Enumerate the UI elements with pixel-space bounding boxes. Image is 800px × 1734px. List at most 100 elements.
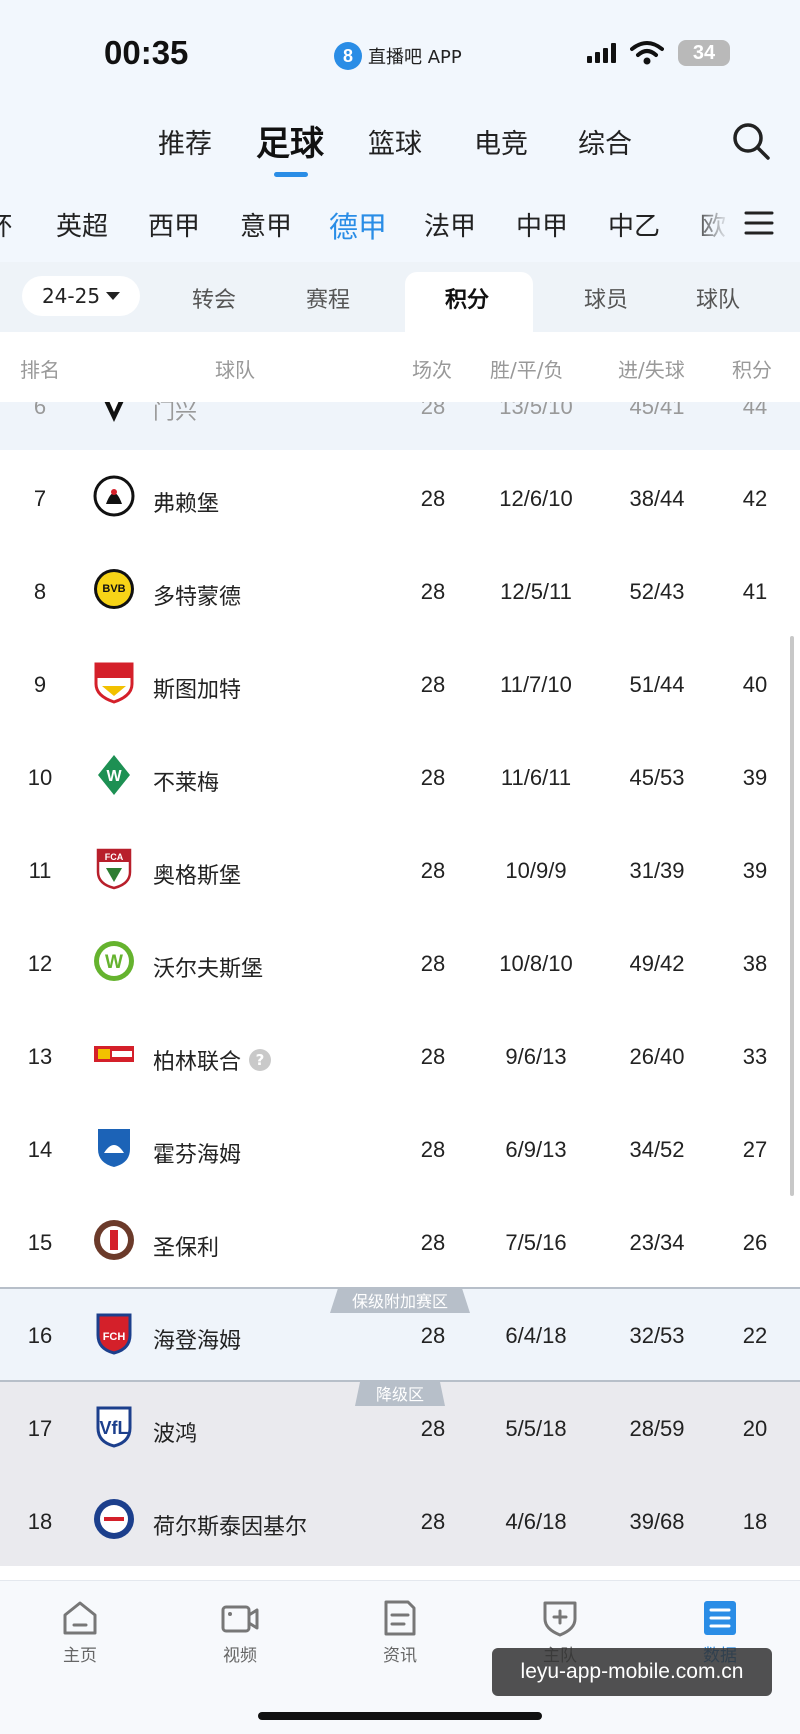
- status-time: 00:35: [104, 34, 189, 71]
- sub-tab-schedule[interactable]: 赛程: [306, 282, 350, 314]
- row-rank: 15: [27, 1230, 53, 1255]
- table-row[interactable]: 15 圣保利 28 7/5/16 23/34 26: [0, 1194, 800, 1287]
- row-points: 44: [742, 402, 768, 419]
- row-played: 28: [420, 486, 446, 511]
- league-tab-epl[interactable]: 英超: [56, 206, 108, 243]
- table-row[interactable]: 7 弗赖堡 28 12/6/10 38/44 42: [0, 450, 800, 543]
- row-played: 28: [420, 765, 446, 790]
- row-goals: 23/34: [629, 1230, 685, 1255]
- tab-football[interactable]: 足球: [256, 116, 324, 165]
- row-team-name: 波鸿: [153, 1422, 198, 1447]
- row-points: 22: [742, 1323, 768, 1348]
- sub-tab-standings[interactable]: 积分: [445, 282, 489, 314]
- table-row[interactable]: 18 荷尔斯泰因基尔 28 4/6/18 39/68 18: [0, 1473, 800, 1566]
- row-team-name: 斯图加特: [153, 678, 242, 703]
- sub-tab-teams[interactable]: 球队: [696, 282, 740, 314]
- tab-basketball[interactable]: 篮球: [368, 122, 422, 161]
- augsburg-crest-icon: FCA: [96, 848, 132, 890]
- row-wdl: 4/6/18: [505, 1509, 567, 1534]
- header-points: 积分: [732, 358, 772, 382]
- row-rank: 17: [27, 1416, 53, 1441]
- tab-active-underline: [274, 172, 308, 177]
- row-rank: 8: [33, 579, 47, 604]
- status-icons: 34: [587, 40, 730, 66]
- league-tab-ligue1[interactable]: 法甲: [424, 206, 476, 243]
- row-rank: 13: [27, 1044, 53, 1069]
- union-berlin-crest-icon: [94, 1046, 134, 1062]
- home-icon: [63, 1601, 97, 1635]
- table-row[interactable]: 13 柏林联合 ? 28 9/6/13 26/40 33: [0, 1008, 800, 1101]
- search-icon[interactable]: [730, 120, 772, 162]
- row-played: 28: [420, 1137, 446, 1162]
- nav-home[interactable]: 主页: [20, 1599, 140, 1666]
- bremen-crest-icon: W: [98, 755, 130, 795]
- watermark: leyu-app-mobile.com.cn: [492, 1648, 772, 1696]
- row-team-name: 荷尔斯泰因基尔: [153, 1515, 308, 1540]
- row-team-name: 沃尔夫斯堡: [153, 957, 264, 982]
- tab-recommend[interactable]: 推荐: [158, 122, 212, 161]
- row-wdl: 12/5/11: [500, 579, 572, 604]
- menu-icon[interactable]: [744, 208, 774, 238]
- holstein-kiel-crest-icon: [94, 1499, 134, 1539]
- row-played: 28: [420, 858, 446, 883]
- row-played: 28: [420, 402, 446, 419]
- category-tabs: 推荐 足球 篮球 电竞 综合: [0, 100, 800, 188]
- hoffenheim-crest-icon: [98, 1129, 130, 1167]
- wolfsburg-crest-icon: W: [94, 941, 134, 981]
- league-tab-cup[interactable]: 杯: [0, 206, 12, 243]
- row-played: 28: [420, 1416, 446, 1441]
- league-tab-china-league-one[interactable]: 中甲: [516, 206, 568, 243]
- row-goals: 32/53: [629, 1323, 685, 1348]
- sub-tab-transfers[interactable]: 转会: [192, 282, 236, 314]
- table-row[interactable]: 6 门兴 28 13/5/10 45/41 44: [0, 402, 800, 450]
- row-goals: 52/43: [629, 579, 685, 604]
- nav-news[interactable]: 资讯: [340, 1599, 460, 1666]
- nav-video[interactable]: 视频: [180, 1599, 300, 1666]
- help-icon[interactable]: ?: [249, 1049, 272, 1071]
- scrollbar[interactable]: [790, 636, 794, 1196]
- header-rank: 排名: [20, 358, 60, 382]
- row-played: 28: [420, 1323, 446, 1348]
- bochum-crest-icon: VfL: [96, 1406, 132, 1448]
- league-tab-china-league-two[interactable]: 中乙: [608, 206, 660, 243]
- tab-esports[interactable]: 电竞: [474, 122, 528, 161]
- sub-tab-players[interactable]: 球员: [584, 282, 628, 314]
- league-tab-bundesliga[interactable]: 德甲: [329, 204, 387, 246]
- nav-video-label: 视频: [223, 1646, 257, 1666]
- playoff-zone-label: 保级附加赛区: [330, 1287, 470, 1313]
- table-row[interactable]: W 12 沃尔夫斯堡 28 10/8/10 49/42 38: [0, 915, 800, 1008]
- row-wdl: 6/9/13: [505, 1137, 567, 1162]
- table-row[interactable]: BVB 8 多特蒙德 28 12/5/11 52/43 41: [0, 543, 800, 636]
- row-played: 28: [420, 1044, 446, 1069]
- table-row[interactable]: FCA 11 奥格斯堡 28 10/9/9 31/39 39: [0, 822, 800, 915]
- home-indicator: [258, 1712, 542, 1720]
- row-wdl: 12/6/10: [499, 486, 573, 511]
- wifi-icon: [630, 41, 664, 65]
- table-header: 排名 球队 场次 胜/平/负 进/失球 积分: [0, 332, 800, 402]
- row-wdl: 10/9/9: [505, 858, 567, 883]
- row-rank: 16: [27, 1323, 53, 1348]
- row-team-name: 柏林联合 ?: [153, 1044, 272, 1076]
- table-row[interactable]: 9 斯图加特 28 11/7/10 51/44 40: [0, 636, 800, 729]
- row-rank: 14: [27, 1137, 53, 1162]
- row-wdl: 7/5/16: [505, 1230, 567, 1255]
- season-select[interactable]: 24-25: [22, 276, 140, 316]
- svg-text:FCH: FCH: [103, 1331, 126, 1343]
- league-tabs: 杯 英超 西甲 意甲 德甲 法甲 中甲 中乙 欧: [0, 188, 800, 262]
- row-team-name: 霍芬海姆: [153, 1143, 242, 1168]
- table-row[interactable]: W 10 不莱梅 28 11/6/11 45/53 39: [0, 729, 800, 822]
- svg-text:W: W: [106, 768, 122, 785]
- row-points: 40: [742, 672, 768, 697]
- row-rank: 11: [28, 858, 52, 883]
- league-tab-seriea[interactable]: 意甲: [240, 206, 292, 243]
- league-tabs-fade: [690, 188, 730, 262]
- row-team-name: 海登海姆: [153, 1329, 242, 1354]
- row-points: 27: [742, 1137, 768, 1162]
- data-list-icon: [704, 1601, 736, 1635]
- team-shield-icon: [543, 1601, 577, 1637]
- svg-text:FCA: FCA: [105, 852, 124, 862]
- table-row[interactable]: 14 霍芬海姆 28 6/9/13 34/52 27: [0, 1101, 800, 1194]
- status-app-indicator: 8 直播吧 APP: [334, 40, 462, 72]
- league-tab-laliga[interactable]: 西甲: [148, 206, 200, 243]
- tab-general[interactable]: 综合: [578, 122, 632, 161]
